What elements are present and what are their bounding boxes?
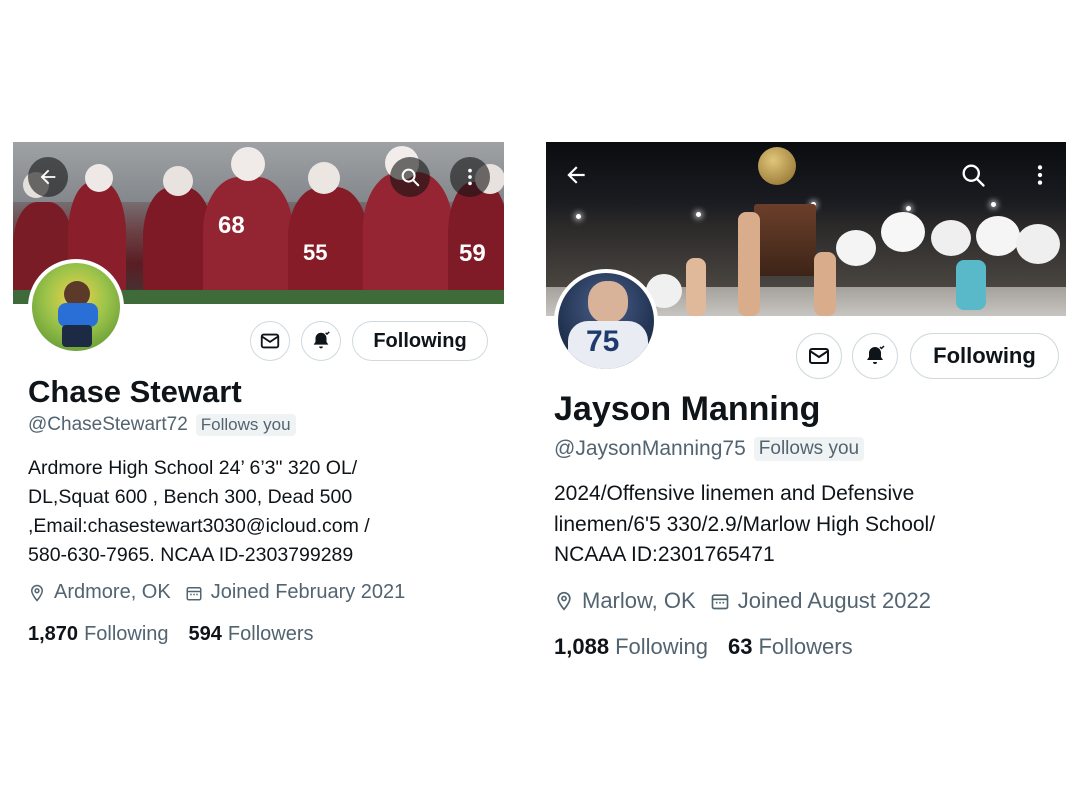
bio: 2024/Offensive linemen and Defensive lin…	[554, 482, 936, 566]
mail-icon	[809, 348, 829, 364]
location-text: Ardmore, OK	[54, 581, 171, 603]
following-label: Following	[84, 623, 169, 645]
follows-you-badge: Follows you	[195, 414, 296, 436]
followers-count: 63	[728, 634, 753, 659]
location-item: Ardmore, OK	[28, 581, 171, 604]
helmet	[976, 216, 1020, 256]
helmet	[163, 166, 193, 196]
mail-icon	[260, 333, 280, 349]
followers-label: Followers	[227, 623, 314, 645]
back-button[interactable]	[556, 155, 596, 195]
back-button[interactable]	[28, 157, 68, 197]
username: @JaysonManning75	[554, 437, 746, 460]
followers-stat[interactable]: 63 Followers	[728, 634, 853, 660]
raised-hand	[686, 258, 706, 316]
stadium-light	[906, 206, 911, 211]
follow-stats: 1,088 Following 63 Followers	[554, 634, 873, 660]
more-button[interactable]	[1020, 155, 1060, 195]
raised-hand	[956, 260, 986, 310]
notifications-button[interactable]	[301, 321, 341, 361]
location-pin-icon	[554, 591, 574, 611]
avatar-face	[588, 281, 628, 323]
location-pin-icon	[28, 584, 46, 602]
profile-meta: Ardmore, OK Joined February 2021	[28, 581, 419, 604]
avatar[interactable]: 75	[554, 269, 658, 373]
stadium-light	[576, 214, 581, 219]
follow-stats: 1,870 Following 594 Followers	[28, 623, 334, 646]
back-arrow-icon	[567, 166, 585, 184]
following-count: 1,870	[28, 623, 79, 645]
display-name: Chase Stewart	[28, 374, 242, 409]
profile-card-chase-stewart: 68 55 59 Following Chase Stewart @ChaseS…	[13, 142, 505, 662]
location-text: Marlow, OK	[582, 588, 696, 613]
bell-icon	[313, 331, 330, 349]
search-button[interactable]	[390, 157, 430, 197]
profile-card-jayson-manning: 75 Following Jayson Manning @JaysonManni…	[546, 142, 1066, 682]
helmet	[1016, 224, 1060, 264]
avatar-shorts	[62, 325, 92, 347]
follows-you-badge: Follows you	[753, 437, 865, 461]
following-count: 1,088	[554, 634, 610, 659]
more-icon	[468, 168, 472, 186]
followers-count: 594	[188, 623, 222, 645]
display-name: Jayson Manning	[554, 390, 821, 428]
search-icon	[401, 168, 420, 187]
handle-row: @ChaseStewart72 Follows you	[28, 414, 296, 436]
search-button[interactable]	[953, 155, 993, 195]
avatar[interactable]	[28, 259, 124, 355]
trophy-base	[754, 204, 816, 276]
message-button[interactable]	[250, 321, 290, 361]
message-button[interactable]	[796, 333, 842, 379]
calendar-icon	[185, 584, 203, 602]
helmet	[231, 147, 265, 181]
joined-text: Joined February 2021	[210, 581, 406, 603]
avatar-shirt	[58, 303, 98, 327]
back-arrow-icon	[40, 169, 56, 185]
player-figure	[203, 177, 293, 304]
following-stat[interactable]: 1,870 Following	[28, 623, 169, 646]
followers-label: Followers	[758, 634, 853, 659]
player-figure	[288, 187, 368, 304]
jersey-number: 59	[459, 240, 486, 267]
helmet	[931, 220, 971, 256]
followers-stat[interactable]: 594 Followers	[189, 623, 314, 646]
calendar-icon	[710, 591, 730, 611]
helmet	[881, 212, 925, 252]
more-icon	[1037, 165, 1043, 185]
raised-hand	[738, 212, 760, 316]
following-button[interactable]: Following	[910, 333, 1059, 379]
search-icon	[962, 164, 985, 187]
following-stat[interactable]: 1,088 Following	[554, 634, 708, 660]
location-item: Marlow, OK	[554, 588, 696, 614]
handle-row: @JaysonManning75 Follows you	[554, 437, 865, 461]
stadium-light	[696, 212, 701, 217]
joined-text: Joined August 2022	[737, 588, 931, 613]
helmet	[85, 164, 113, 192]
avatar-jersey-number: 75	[586, 325, 620, 358]
helmet	[836, 230, 876, 266]
joined-item: Joined August 2022	[710, 588, 931, 614]
profile-meta: Marlow, OK Joined August 2022	[554, 588, 945, 614]
following-label: Following	[615, 634, 708, 659]
username: @ChaseStewart72	[28, 414, 188, 435]
helmet	[308, 162, 340, 194]
notifications-button[interactable]	[852, 333, 898, 379]
jersey-number: 68	[218, 212, 245, 239]
trophy-ball	[758, 147, 796, 185]
jersey-number: 55	[303, 240, 328, 265]
more-button[interactable]	[450, 157, 490, 197]
joined-item: Joined February 2021	[185, 581, 406, 604]
raised-hand	[814, 252, 836, 316]
bio: Ardmore High School 24’ 6’3" 320 OL/ DL,…	[28, 457, 370, 566]
bell-icon	[867, 345, 885, 364]
stadium-light	[991, 202, 996, 207]
following-button[interactable]: Following	[352, 321, 488, 361]
